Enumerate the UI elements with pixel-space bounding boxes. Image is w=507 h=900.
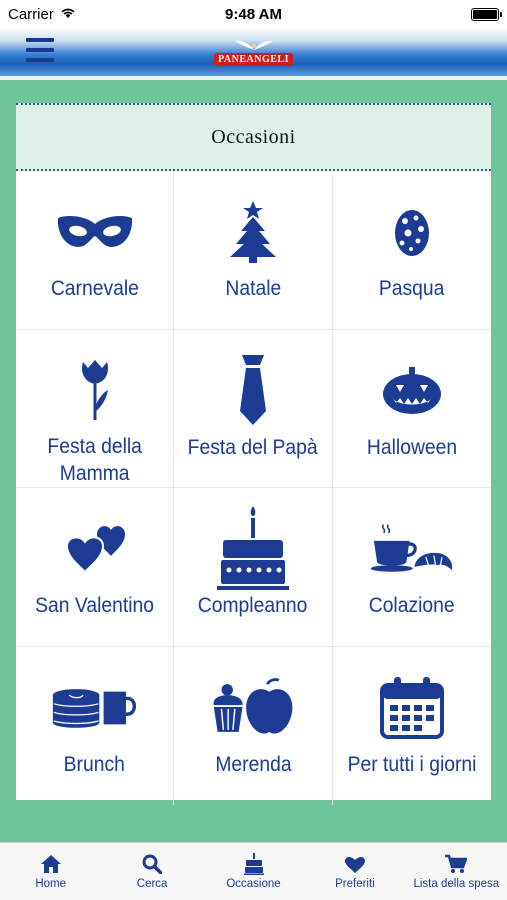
angel-wings-icon bbox=[234, 38, 274, 53]
status-time: 9:48 AM bbox=[225, 5, 282, 23]
occasion-halloween[interactable]: Halloween bbox=[332, 330, 491, 488]
app-header: PANEANGELI bbox=[0, 28, 507, 76]
tulip-icon bbox=[52, 356, 138, 426]
occasion-label: Colazione bbox=[368, 594, 455, 617]
occasion-festa-della-mamma[interactable]: Festa della Mamma bbox=[16, 329, 175, 488]
coffee-croissant-icon bbox=[369, 514, 455, 584]
cupcake-apple-icon bbox=[210, 673, 296, 743]
occasion-label: Per tutti i giorni bbox=[347, 752, 477, 776]
occasion-brunch[interactable]: Brunch bbox=[16, 646, 175, 805]
occasion-label: Carnevale bbox=[50, 277, 139, 300]
occasion-colazione[interactable]: Colazione bbox=[332, 488, 491, 647]
occasions-card: Occasioni Carnevale Natale Pasqua Festa … bbox=[16, 103, 491, 805]
occasion-carnevale[interactable]: Carnevale bbox=[16, 171, 175, 330]
tab-label: Home bbox=[35, 878, 67, 890]
occasion-label: Compleanno bbox=[198, 594, 308, 617]
battery-icon bbox=[471, 7, 502, 21]
tab-lista-della-spesa[interactable]: Lista della spesa bbox=[406, 843, 507, 900]
heart-icon bbox=[343, 853, 367, 875]
tab-label: Lista della spesa bbox=[413, 878, 500, 890]
occasion-compleanno[interactable]: Compleanno bbox=[174, 488, 333, 647]
hamburger-menu-icon[interactable] bbox=[26, 38, 54, 62]
status-bar: Carrier 9:48 AM bbox=[0, 0, 507, 28]
occasion-natale[interactable]: Natale bbox=[174, 171, 333, 330]
cake-icon bbox=[242, 853, 266, 875]
hearts-icon bbox=[52, 514, 138, 584]
occasion-merenda[interactable]: Merenda bbox=[174, 646, 333, 805]
occasion-label: Festa della Mamma bbox=[47, 435, 142, 485]
home-icon bbox=[39, 853, 63, 875]
easter-egg-icon bbox=[369, 197, 455, 267]
occasion-san-valentino[interactable]: San Valentino bbox=[16, 488, 175, 647]
occasion-label: Halloween bbox=[366, 435, 457, 459]
occasion-label: Festa del Papà bbox=[188, 435, 318, 459]
brand-logo: PANEANGELI bbox=[214, 38, 293, 66]
pancakes-mug-icon bbox=[52, 673, 138, 743]
tab-home[interactable]: Home bbox=[0, 843, 101, 900]
necktie-icon bbox=[210, 354, 296, 426]
birthday-cake-icon bbox=[210, 506, 296, 590]
tab-preferiti[interactable]: Preferiti bbox=[304, 843, 405, 900]
wifi-icon bbox=[60, 6, 76, 23]
christmas-tree-icon bbox=[210, 197, 296, 267]
calendar-icon bbox=[369, 673, 455, 743]
pumpkin-icon bbox=[369, 356, 455, 426]
status-left: Carrier bbox=[8, 6, 76, 23]
tab-label: Cerca bbox=[136, 878, 168, 890]
card-title: Occasioni bbox=[16, 103, 491, 171]
occasion-festa-del-papa[interactable]: Festa del Papà bbox=[174, 329, 333, 488]
occasion-label: Natale bbox=[225, 277, 281, 300]
occasion-label: Merenda bbox=[214, 752, 292, 776]
tab-occasione[interactable]: Occasione bbox=[203, 843, 304, 900]
logo-text: PANEANGELI bbox=[214, 53, 293, 66]
tab-label: Occasione bbox=[226, 878, 281, 890]
mask-icon bbox=[52, 197, 138, 267]
cart-icon bbox=[444, 853, 468, 875]
occasions-grid: Carnevale Natale Pasqua Festa della Mamm… bbox=[16, 171, 491, 805]
carrier-label: Carrier bbox=[8, 5, 54, 23]
header-divider bbox=[0, 76, 507, 80]
occasion-pasqua[interactable]: Pasqua bbox=[332, 171, 491, 330]
occasion-per-tutti-i-giorni[interactable]: Per tutti i giorni bbox=[333, 647, 491, 806]
occasion-label: Pasqua bbox=[379, 277, 445, 300]
occasion-label: Brunch bbox=[64, 752, 126, 776]
tab-label: Preferiti bbox=[335, 878, 375, 890]
occasion-label: San Valentino bbox=[35, 594, 155, 617]
search-icon bbox=[140, 853, 164, 875]
tab-bar: Home Cerca Occasione Preferiti Lista del… bbox=[0, 842, 507, 900]
tab-cerca[interactable]: Cerca bbox=[101, 843, 202, 900]
